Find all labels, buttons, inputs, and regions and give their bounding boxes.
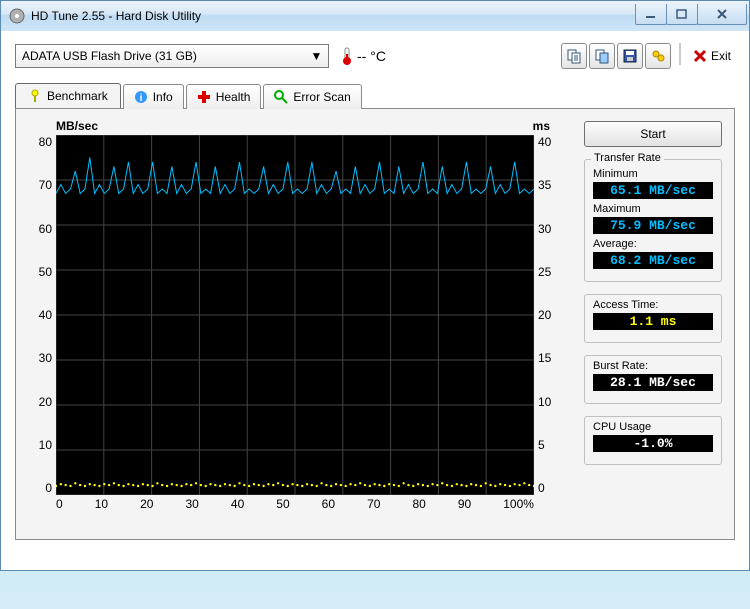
min-value: 65.1 MB/sec <box>593 182 713 199</box>
burst-value: 28.1 MB/sec <box>593 374 713 391</box>
transfer-legend: Transfer Rate <box>591 152 664 164</box>
exit-label: Exit <box>711 49 731 63</box>
toolbar-separator <box>679 43 681 65</box>
y-right-axis: 4035302520151050 <box>534 135 560 495</box>
benchmark-icon <box>28 89 42 103</box>
temperature-display: -- °C <box>341 46 386 66</box>
access-time-group: Access Time: 1.1 ms <box>584 294 722 343</box>
health-icon <box>197 90 211 104</box>
dropdown-arrow-icon: ▼ <box>309 48 324 63</box>
tab-error-scan[interactable]: Error Scan <box>263 84 361 109</box>
close-button[interactable] <box>697 4 747 25</box>
tab-benchmark[interactable]: Benchmark <box>15 83 121 108</box>
chart-area: MB/sec ms 80706050403020100 403530252015… <box>30 121 570 527</box>
thermometer-icon <box>341 46 353 66</box>
transfer-rate-group: Transfer Rate Minimum 65.1 MB/sec Maximu… <box>584 159 722 282</box>
avg-value: 68.2 MB/sec <box>593 252 713 269</box>
titlebar[interactable]: HD Tune 2.55 - Hard Disk Utility <box>0 0 750 31</box>
cpu-usage-group: CPU Usage -1.0% <box>584 416 722 465</box>
options-button[interactable] <box>645 43 671 69</box>
minimize-button[interactable] <box>635 4 667 25</box>
toolbar-buttons: Exit <box>561 43 735 69</box>
burst-label: Burst Rate: <box>593 360 713 372</box>
cpu-label: CPU Usage <box>593 421 713 433</box>
max-label: Maximum <box>593 203 713 215</box>
drive-selected-text: ADATA USB Flash Drive (31 GB) <box>22 49 197 63</box>
drive-select[interactable]: ADATA USB Flash Drive (31 GB) ▼ <box>15 44 329 68</box>
error-scan-icon <box>274 90 288 104</box>
tab-health[interactable]: Health <box>186 84 262 109</box>
copy-text-button[interactable] <box>561 43 587 69</box>
cpu-value: -1.0% <box>593 435 713 452</box>
info-icon: i <box>134 90 148 104</box>
y-left-axis: 80706050403020100 <box>30 135 56 495</box>
exit-icon <box>693 49 707 63</box>
benchmark-plot <box>56 135 534 495</box>
client-area: ADATA USB Flash Drive (31 GB) ▼ -- °C Ex… <box>0 31 750 571</box>
results-sidebar: Start Transfer Rate Minimum 65.1 MB/sec … <box>584 121 722 527</box>
save-button[interactable] <box>617 43 643 69</box>
y-left-label: MB/sec <box>56 119 98 133</box>
svg-text:i: i <box>139 93 142 104</box>
tab-info[interactable]: i Info <box>123 84 184 109</box>
toolbar: ADATA USB Flash Drive (31 GB) ▼ -- °C Ex… <box>15 43 735 69</box>
y-right-label: ms <box>533 119 550 133</box>
max-value: 75.9 MB/sec <box>593 217 713 234</box>
maximize-button[interactable] <box>666 4 698 25</box>
burst-rate-group: Burst Rate: 28.1 MB/sec <box>584 355 722 404</box>
window-title: HD Tune 2.55 - Hard Disk Utility <box>31 9 636 23</box>
copy-screenshot-button[interactable] <box>589 43 615 69</box>
min-label: Minimum <box>593 168 713 180</box>
exit-button[interactable]: Exit <box>689 43 735 69</box>
tab-strip: Benchmark i Info Health Error Scan <box>15 83 735 108</box>
benchmark-panel: MB/sec ms 80706050403020100 403530252015… <box>15 108 735 540</box>
app-icon <box>9 8 25 24</box>
temperature-value: -- °C <box>357 48 386 64</box>
access-label: Access Time: <box>593 299 713 311</box>
x-axis: 0102030405060708090100% <box>56 497 534 511</box>
start-button[interactable]: Start <box>584 121 722 147</box>
avg-label: Average: <box>593 238 713 250</box>
access-value: 1.1 ms <box>593 313 713 330</box>
